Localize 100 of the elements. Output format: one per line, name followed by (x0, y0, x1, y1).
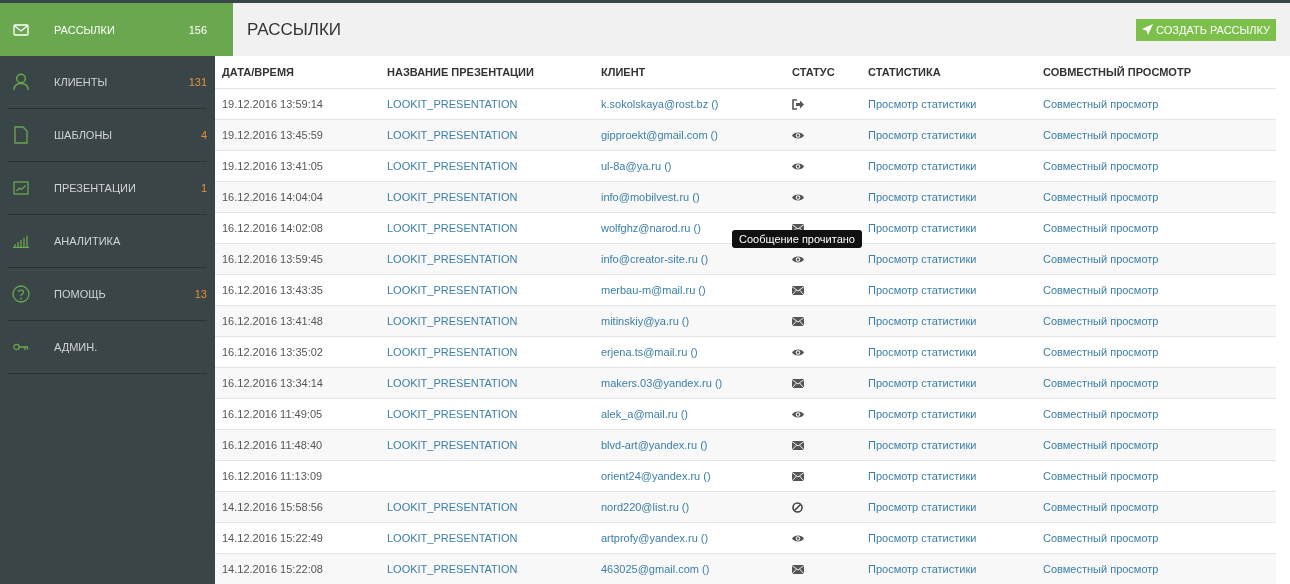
client-link[interactable]: info@mobilvest.ru () (601, 191, 700, 203)
client-link[interactable]: makers.03@yandex.ru () (601, 377, 723, 389)
date-cell-text: 14.12.2016 15:22:08 (222, 563, 324, 575)
client-link[interactable]: merbau-m@mail.ru () (601, 284, 706, 296)
presentation-link[interactable]: LOOKIT_PRESENTATION (387, 315, 518, 327)
item-count: 13 (194, 288, 207, 300)
joint-view-link[interactable]: Совместный просмотр (1043, 129, 1159, 141)
statistics-link[interactable]: Просмотр статистики (868, 346, 977, 358)
presentation-link[interactable]: LOOKIT_PRESENTATION (387, 160, 518, 172)
joint-view-link[interactable]: Совместный просмотр (1043, 160, 1159, 172)
send-icon (1142, 24, 1154, 35)
statistics-link[interactable]: Просмотр статистики (868, 501, 977, 513)
joint-view-link[interactable]: Совместный просмотр (1043, 532, 1159, 544)
date-cell-text: 19.12.2016 13:41:05 (222, 160, 324, 172)
statistics-link[interactable]: Просмотр статистики (868, 222, 977, 234)
presentation-link[interactable]: LOOKIT_PRESENTATION (387, 439, 518, 451)
date-cell-text: 14.12.2016 15:22:49 (222, 532, 324, 544)
date-cell-text: 16.12.2016 11:13:09 (222, 470, 324, 482)
sidebar-label: ШАБЛОНЫ (54, 129, 114, 141)
user-icon (13, 73, 29, 91)
client-link[interactable]: erjena.ts@mail.ru () (601, 346, 698, 358)
item-count: 1 (200, 182, 207, 194)
joint-view-link[interactable]: Совместный просмотр (1043, 191, 1159, 203)
column-header: КЛИЕНТ (601, 66, 647, 78)
joint-view-link[interactable]: Совместный просмотр (1043, 253, 1159, 265)
page-title: РАССЫЛКИ (247, 19, 342, 40)
statistics-link[interactable]: Просмотр статистики (868, 408, 977, 420)
client-link[interactable]: mitinskiy@ya.ru () (601, 315, 690, 327)
joint-view-link[interactable]: Совместный просмотр (1043, 315, 1159, 327)
joint-view-link[interactable]: Совместный просмотр (1043, 98, 1159, 110)
statistics-link[interactable]: Просмотр статистики (868, 439, 977, 451)
joint-view-link[interactable]: Совместный просмотр (1043, 408, 1159, 420)
client-link[interactable]: k.sokolskaya@rost.bz () (601, 98, 719, 110)
joint-view-link[interactable]: Совместный просмотр (1043, 222, 1159, 234)
joint-view-link[interactable]: Совместный просмотр (1043, 346, 1159, 358)
presentation-link[interactable]: LOOKIT_PRESENTATION (387, 563, 518, 575)
presentation-link[interactable]: LOOKIT_PRESENTATION (387, 532, 518, 544)
statistics-link[interactable]: Просмотр статистики (868, 253, 977, 265)
statistics-link[interactable]: Просмотр статистики (868, 129, 977, 141)
presentation-link[interactable]: LOOKIT_PRESENTATION (387, 222, 518, 234)
date-cell-text: 16.12.2016 14:02:08 (222, 222, 324, 234)
statistics-link[interactable]: Просмотр статистики (868, 98, 977, 110)
client-link[interactable]: 463025@gmail.com () (601, 563, 710, 575)
client-link[interactable]: blvd-art@yandex.ru () (601, 439, 708, 451)
presentation-link[interactable]: LOOKIT_PRESENTATION (387, 408, 518, 420)
statistics-link[interactable]: Просмотр статистики (868, 563, 977, 575)
joint-view-link[interactable]: Совместный просмотр (1043, 377, 1159, 389)
key-icon (13, 343, 29, 351)
item-count: 4 (200, 129, 207, 141)
date-cell-text: 19.12.2016 13:59:14 (222, 98, 324, 110)
joint-view-link[interactable]: Совместный просмотр (1043, 563, 1159, 575)
client-link[interactable]: artprofy@yandex.ru () (601, 532, 709, 544)
statistics-link[interactable]: Просмотр статистики (868, 191, 977, 203)
presentation-link[interactable]: LOOKIT_PRESENTATION (387, 346, 518, 358)
help-icon (12, 285, 30, 303)
joint-view-link[interactable]: Совместный просмотр (1043, 501, 1159, 513)
presentation-link[interactable]: LOOKIT_PRESENTATION (387, 284, 518, 296)
statistics-link[interactable]: Просмотр статистики (868, 315, 977, 327)
presentation-link[interactable]: LOOKIT_PRESENTATION (387, 501, 518, 513)
presentation-link[interactable]: LOOKIT_PRESENTATION (387, 377, 518, 389)
sidebar-item[interactable]: КЛИЕНТЫ 131 (8, 56, 207, 109)
client-link[interactable]: alek_a@mail.ru () (601, 408, 688, 420)
item-count: 156 (188, 23, 207, 36)
client-link[interactable]: nord220@list.ru () (601, 501, 690, 513)
statistics-link[interactable]: Просмотр статистики (868, 284, 977, 296)
sidebar-item[interactable]: ПОМОЩЬ 13 (8, 268, 207, 321)
client-link[interactable]: ul-8a@ya.ru () (601, 160, 672, 172)
client-link[interactable]: gipproekt@gmail.com () (601, 129, 718, 141)
statistics-link[interactable]: Просмотр статистики (868, 160, 977, 172)
date-cell-text: 16.12.2016 11:49:05 (222, 408, 324, 420)
client-link[interactable]: wolfghz@narod.ru () (601, 222, 701, 234)
date-cell-text: 19.12.2016 13:45:59 (222, 129, 324, 141)
sidebar-label: АНАЛИТИКА (54, 235, 122, 247)
joint-view-link[interactable]: Совместный просмотр (1043, 439, 1159, 451)
date-cell-text: 16.12.2016 13:43:35 (222, 284, 324, 296)
sidebar-item[interactable]: РАССЫЛКИ 156 (0, 3, 233, 56)
presentation-link[interactable]: LOOKIT_PRESENTATION (387, 129, 518, 141)
presentation-link[interactable]: LOOKIT_PRESENTATION (387, 253, 518, 265)
statistics-link[interactable]: Просмотр статистики (868, 532, 977, 544)
column-header: НАЗВАНИЕ ПРЕЗЕНТАЦИИ (387, 66, 535, 78)
sidebar-item[interactable]: ШАБЛОНЫ 4 (8, 109, 207, 162)
client-link[interactable]: orient24@yandex.ru () (601, 470, 711, 482)
joint-view-link[interactable]: Совместный просмотр (1043, 470, 1159, 482)
bar-chart-icon (13, 234, 29, 248)
statistics-link[interactable]: Просмотр статистики (868, 377, 977, 389)
presentation-link[interactable]: LOOKIT_PRESENTATION (387, 191, 518, 203)
sidebar-label: РАССЫЛКИ (54, 23, 116, 36)
client-link[interactable]: info@creator-site.ru () (601, 253, 709, 265)
item-count: 131 (188, 76, 207, 88)
presentation-link[interactable]: LOOKIT_PRESENTATION (387, 98, 518, 110)
joint-view-link[interactable]: Совместный просмотр (1043, 284, 1159, 296)
sidebar-item[interactable]: АДМИН. (8, 321, 207, 374)
column-header: СТАТУС (792, 66, 836, 78)
date-cell-text: 16.12.2016 13:34:14 (222, 377, 324, 389)
statistics-link[interactable]: Просмотр статистики (868, 470, 977, 482)
date-cell-text: 14.12.2016 15:58:56 (222, 501, 324, 513)
sidebar-item[interactable]: АНАЛИТИКА (8, 215, 207, 268)
tooltip: Сообщение прочитано (732, 229, 862, 248)
sidebar-label: АДМИН. (54, 341, 99, 353)
sidebar-item[interactable]: ПРЕЗЕНТАЦИИ 1 (8, 162, 207, 215)
